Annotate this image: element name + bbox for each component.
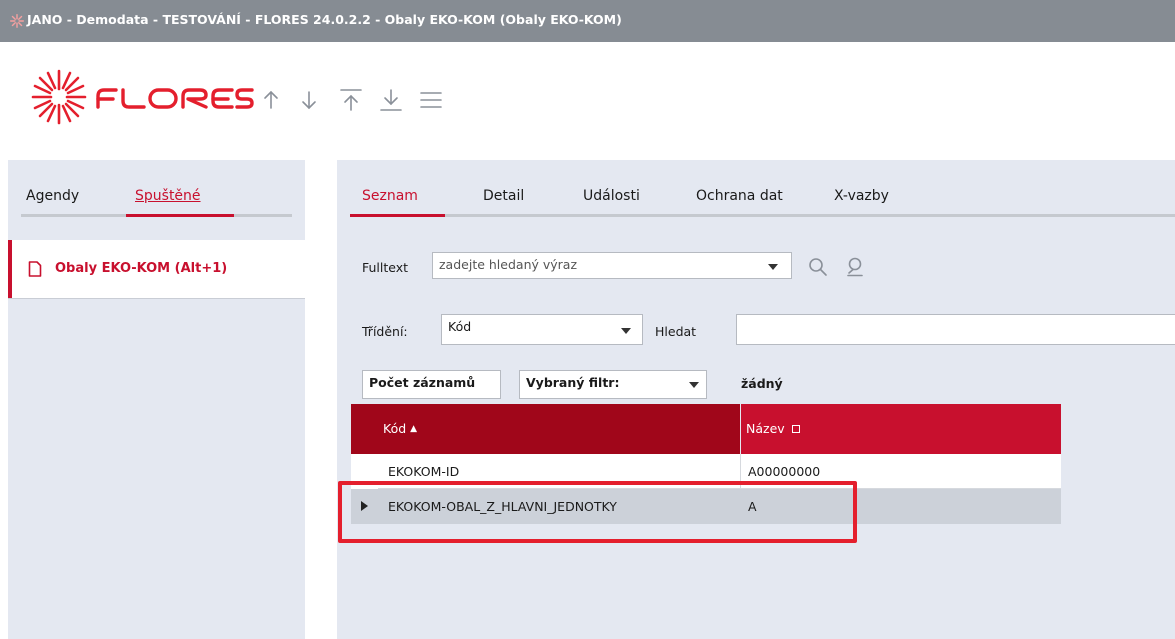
grid-header: Kód ▲ Název: [351, 404, 1061, 454]
column-header-nazev[interactable]: Název: [741, 404, 1061, 454]
sidebar-tab-spustene[interactable]: Spuštěné: [135, 188, 201, 204]
sidebar-tab-active-indicator: [126, 214, 234, 217]
search-label: Hledat: [655, 324, 697, 339]
row-gutter: [351, 454, 378, 489]
document-icon: [28, 261, 42, 277]
move-to-top-icon[interactable]: [338, 86, 364, 114]
fulltext-label: Fulltext: [362, 260, 409, 275]
sorting-select[interactable]: Kód: [441, 314, 643, 345]
sidebar-item-obaly-eko-kom[interactable]: Obaly EKO-KOM (Alt+1): [8, 240, 305, 298]
sidebar-item-label: Obaly EKO-KOM (Alt+1): [55, 261, 228, 276]
flores-star-icon: [10, 14, 24, 28]
tab-x-vazby[interactable]: X-vazby: [834, 188, 889, 204]
window-title-bar: JANO - Demodata - TESTOVÁNÍ - FLORES 24.…: [0, 0, 1175, 42]
search-value-input[interactable]: [736, 314, 1175, 345]
fulltext-input[interactable]: zadejte hledaný výraz: [432, 252, 792, 279]
chevron-down-icon[interactable]: [621, 328, 631, 334]
column-header-label: Název: [746, 421, 785, 436]
records-grid: Kód ▲ Název EKOKOM-ID A00000000 EKOKOM-O…: [351, 404, 1061, 557]
chevron-down-icon[interactable]: [689, 382, 699, 388]
sidebar-item-divider: [8, 298, 305, 299]
arrow-down-icon[interactable]: [296, 86, 322, 114]
table-row-current[interactable]: EKOKOM-OBAL_Z_HLAVNI_JEDNOTKY A: [351, 489, 1061, 524]
filter-value: žádný: [741, 376, 783, 391]
advanced-search-icon[interactable]: [845, 257, 865, 277]
table-row[interactable]: EKOKOM-ID A00000000: [351, 454, 1061, 489]
sort-none-icon: [791, 425, 800, 433]
column-header-label: Kód: [383, 421, 407, 436]
sort-ascending-icon: ▲: [410, 424, 418, 434]
filter-select[interactable]: Vybraný filtr:: [519, 370, 707, 399]
content-tab-divider: [350, 214, 1175, 217]
window-title: JANO - Demodata - TESTOVÁNÍ - FLORES 24.…: [27, 12, 622, 27]
filter-select-label: Vybraný filtr:: [526, 375, 620, 390]
cell-kod: EKOKOM-OBAL_Z_HLAVNI_JEDNOTKY: [388, 499, 617, 514]
tab-seznam[interactable]: Seznam: [362, 188, 418, 204]
column-separator: [740, 454, 741, 489]
tab-detail[interactable]: Detail: [483, 188, 524, 204]
tab-udalosti[interactable]: Události: [583, 188, 640, 204]
tab-ochrana-dat[interactable]: Ochrana dat: [696, 188, 783, 204]
current-row-indicator-icon: [361, 501, 368, 511]
chevron-down-icon[interactable]: [768, 264, 778, 270]
arrow-up-icon[interactable]: [258, 86, 284, 114]
record-count-button[interactable]: Počet záznamů: [362, 370, 501, 399]
sidebar: Agendy Spuštěné Obaly EKO-KOM (Alt+1): [8, 160, 305, 639]
cell-kod: EKOKOM-ID: [388, 464, 460, 479]
sorting-label: Třídění:: [362, 324, 408, 339]
row-gutter: [351, 489, 378, 524]
app-header: [0, 42, 1175, 160]
cell-nazev: A00000000: [748, 464, 821, 479]
sidebar-tab-agendy[interactable]: Agendy: [26, 188, 79, 204]
main-content: Seznam Detail Události Ochrana dat X-vaz…: [337, 160, 1175, 639]
flores-logo-star: [31, 69, 87, 125]
sorting-select-value: Kód: [448, 319, 472, 334]
content-tab-active-indicator: [350, 214, 445, 217]
menu-icon[interactable]: [418, 86, 444, 114]
move-to-bottom-icon[interactable]: [378, 86, 404, 114]
flores-wordmark: [96, 88, 254, 109]
panel-splitter[interactable]: [305, 160, 337, 639]
grid-header-gutter: [351, 404, 378, 454]
column-header-kod[interactable]: Kód ▲: [378, 404, 740, 454]
cell-nazev: A: [748, 499, 757, 514]
search-icon[interactable]: [808, 257, 828, 277]
